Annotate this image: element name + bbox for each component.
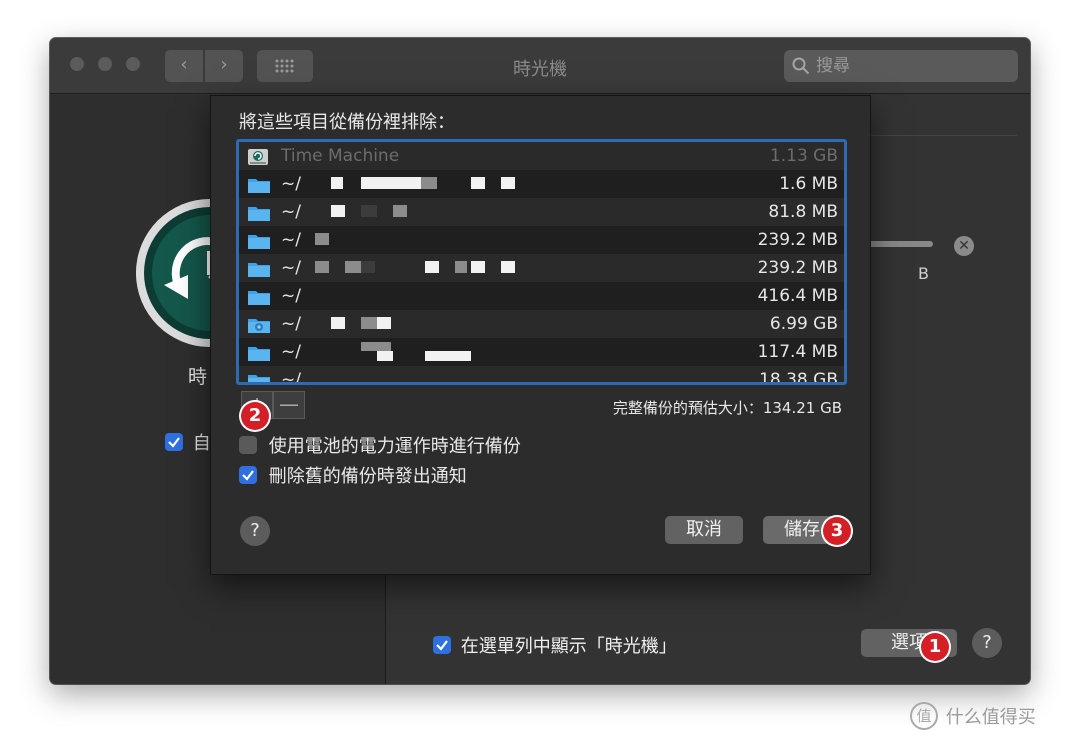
list-item[interactable]: ~/ 18.38 GB [239,366,844,385]
item-name: ~/ [281,202,301,222]
redaction [501,177,515,189]
redaction [455,261,467,273]
sheet-help-button[interactable]: ? [240,516,270,546]
cancel-button[interactable]: 取消 [665,516,743,544]
cancel-progress-icon[interactable]: ✕ [954,236,974,256]
item-size: 6.99 GB [769,314,838,334]
watermark-text: 什么值得买 [945,707,1036,728]
list-item[interactable]: Time Machine 1.13 GB [239,142,844,170]
redaction [331,205,345,217]
folder-icon [248,291,270,305]
step-marker-1: 1 [921,633,949,661]
folder-icon [248,263,270,277]
list-item[interactable]: ~/ 81.8 MB [239,198,844,226]
item-size: 239.2 MB [757,230,838,250]
sheet-title: 將這些項目從備份裡排除： [239,112,455,133]
item-size: 117.4 MB [757,342,838,362]
redaction [361,205,377,217]
folder-icon [248,179,270,193]
redaction [315,261,329,273]
redaction [425,261,439,273]
list-item[interactable]: ~/ 239.2 MB [239,254,844,282]
list-item[interactable]: ~/ 6.99 GB [239,310,844,338]
item-size: 416.4 MB [757,286,838,306]
back-up-automatically-label-partial: 自 [192,433,211,454]
back-up-automatically-checkbox[interactable]: 自 [165,429,211,455]
time-machine-disk-icon [248,149,268,165]
folder-icon [248,375,270,382]
redaction [315,233,329,245]
redaction [377,317,391,329]
show-in-menubar-checkbox[interactable]: 在選單列中顯示「時光機」 [433,632,677,658]
list-item[interactable]: ~/ 239.2 MB [239,226,844,254]
list-item[interactable]: ~/ 1.6 MB [239,170,844,198]
remove-item-button[interactable]: — [273,391,305,419]
help-button[interactable]: ? [972,628,1002,658]
step-marker-3: 3 [823,517,851,545]
item-name: ~/ [281,370,301,385]
redaction [425,351,471,361]
list-item[interactable]: ~/ 117.4 MB [239,338,844,366]
redaction [361,342,391,351]
checkbox-checked-icon [165,433,183,451]
folder-icon [248,347,270,361]
exclusion-sheet: 將這些項目從備份裡排除： Time Machine 1.13 GB ~/ 1.6… [210,95,871,575]
item-size: 81.8 MB [768,202,838,222]
battery-backup-label: 使用電池的電力運作時進行備份 [268,436,521,457]
item-name: ~/ [281,230,301,250]
redaction [345,261,361,273]
redaction [331,177,343,189]
redaction [361,317,377,329]
watermark: 值 什么值得买 [910,702,1036,730]
battery-backup-checkbox[interactable]: 使用電池的電力運作時進行備份 [239,432,521,458]
item-size: 1.13 GB [769,146,838,166]
redaction [421,177,437,189]
redaction [501,261,515,273]
size-text-partial: B [918,264,929,283]
search-placeholder: 搜尋 [816,56,850,76]
redaction [471,177,485,189]
notify-delete-checkbox[interactable]: 刪除舊的備份時發出通知 [239,462,467,488]
item-name: ~/ [281,174,301,194]
excluded-items-list[interactable]: Time Machine 1.13 GB ~/ 1.6 MB ~/ 81.8 M… [236,139,847,385]
titlebar: ‹ › 時光機 搜尋 [50,38,1030,94]
redaction [393,205,407,217]
search-field[interactable]: 搜尋 [784,50,1018,82]
special-folder-icon [248,319,270,333]
show-in-menubar-label: 在選單列中顯示「時光機」 [460,636,677,657]
checkbox-unchecked-icon [239,436,257,454]
search-icon [792,57,810,75]
notify-delete-label: 刪除舊的備份時發出通知 [268,466,467,487]
folder-icon [248,235,270,249]
item-name: ~/ [281,258,301,278]
redaction [361,261,375,273]
checkbox-checked-icon [239,466,257,484]
redaction [377,351,393,361]
item-size: 1.6 MB [779,174,838,194]
item-name: ~/ [281,286,301,306]
step-marker-2: 2 [241,402,269,430]
watermark-logo-icon: 值 [910,702,938,730]
estimated-backup-size: 完整備份的預估大小：134.21 GB [612,399,842,417]
item-name: ~/ [281,342,301,362]
redaction [361,177,421,189]
redaction [331,317,345,329]
item-size: 239.2 MB [757,258,838,278]
redaction [471,261,485,273]
checkbox-checked-icon [433,636,451,654]
list-item[interactable]: ~/ 416.4 MB [239,282,844,310]
item-size: 18.38 GB [759,370,838,385]
time-machine-label-partial: 時 [188,366,208,388]
item-name: ~/ [281,314,301,334]
folder-icon [248,207,270,221]
item-name: Time Machine [281,146,400,166]
